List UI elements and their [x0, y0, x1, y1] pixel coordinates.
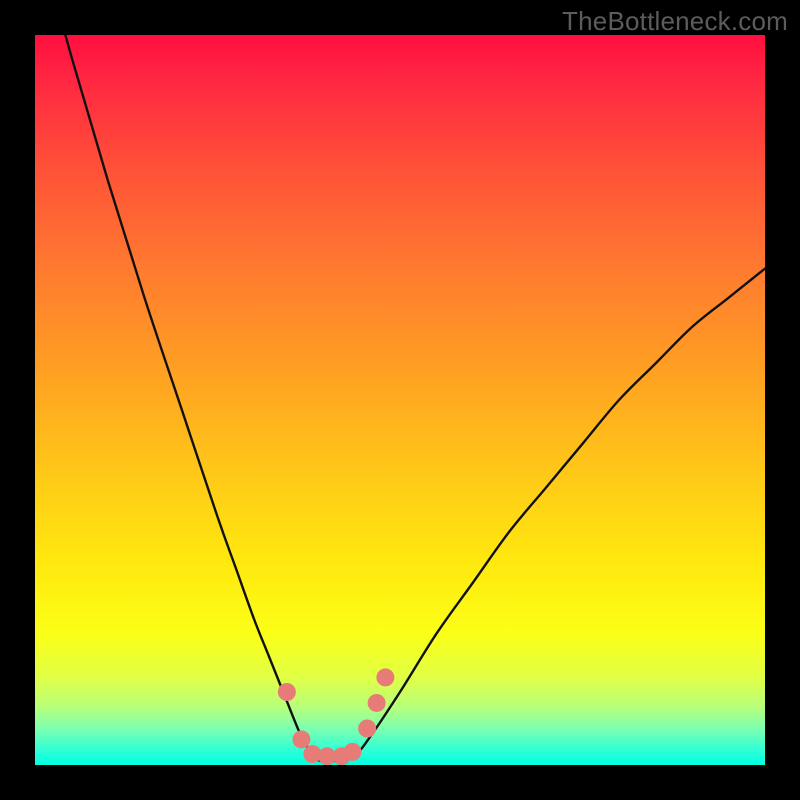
curve-marker: [376, 668, 394, 686]
bottleneck-curve: [35, 35, 765, 761]
chart-frame: TheBottleneck.com: [0, 0, 800, 800]
curve-marker: [368, 694, 386, 712]
curve-marker: [344, 743, 362, 761]
curve-markers: [278, 668, 395, 765]
plot-area: [35, 35, 765, 765]
curve-marker: [278, 683, 296, 701]
chart-svg: [35, 35, 765, 765]
curve-marker: [292, 730, 310, 748]
watermark-text: TheBottleneck.com: [562, 6, 788, 37]
curve-marker: [358, 720, 376, 738]
